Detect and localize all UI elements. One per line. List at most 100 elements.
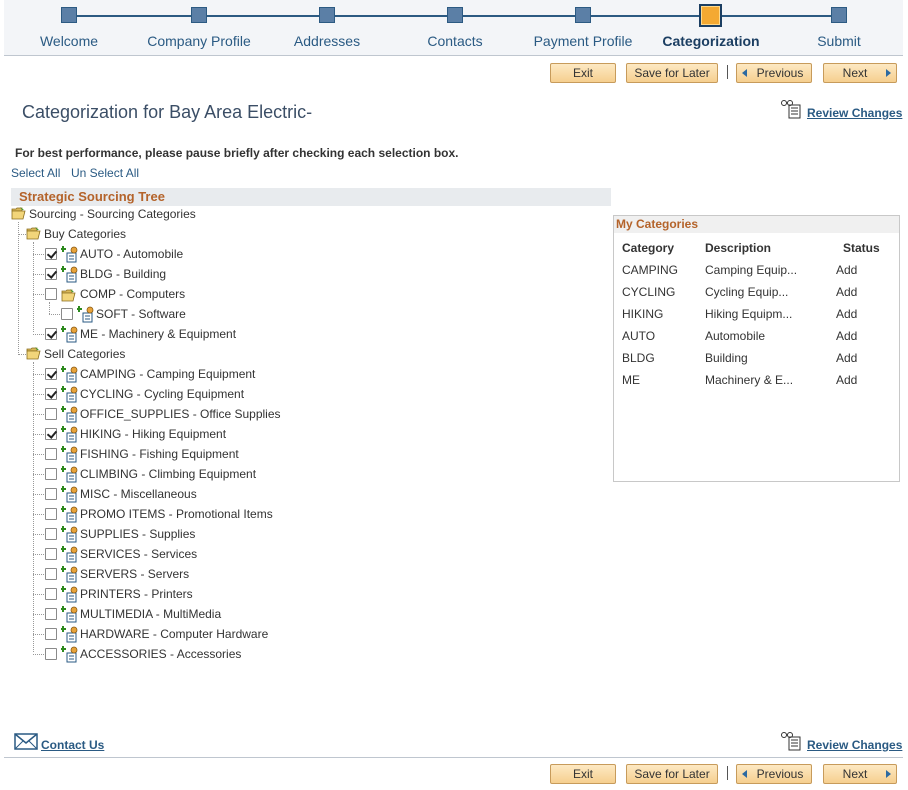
category-checkbox[interactable] <box>61 308 73 320</box>
category-label[interactable]: CLIMBING - Climbing Equipment <box>80 467 256 481</box>
category-node-icon <box>61 546 78 563</box>
page-title: Categorization for Bay Area Electric- <box>22 102 313 122</box>
unselect-all-link[interactable]: Un Select All <box>71 166 139 180</box>
category-checkbox[interactable] <box>45 528 57 540</box>
category-label[interactable]: SUPPLIES - Supplies <box>80 527 195 541</box>
category-label[interactable]: AUTO - Automobile <box>80 247 183 261</box>
category-label[interactable]: OFFICE_SUPPLIES - Office Supplies <box>80 407 281 421</box>
step-marker-icon <box>575 7 591 23</box>
category-checkbox[interactable] <box>45 568 57 580</box>
tree-guide-line <box>33 514 44 515</box>
save-for-later-button[interactable]: Save for Later <box>626 63 718 83</box>
arrow-left-icon <box>742 69 747 77</box>
review-changes-link-bottom[interactable]: Review Changes <box>807 738 902 752</box>
envelope-icon[interactable] <box>14 729 40 751</box>
step-marker-icon <box>61 7 77 23</box>
review-changes-icon[interactable] <box>780 99 802 119</box>
select-all-link[interactable]: Select All <box>11 166 60 180</box>
train-step-welcome[interactable]: Welcome <box>9 0 129 56</box>
tree-guide-line <box>33 414 44 415</box>
previous-button-bottom[interactable]: Previous <box>736 764 812 784</box>
step-marker-icon <box>699 4 722 27</box>
category-node-icon <box>61 406 78 423</box>
description-cell: Automobile <box>705 329 766 343</box>
category-label[interactable]: MULTIMEDIA - MultiMedia <box>80 607 221 621</box>
category-checkbox[interactable] <box>45 488 57 500</box>
review-changes-icon-bottom[interactable] <box>780 731 802 751</box>
category-checkbox[interactable] <box>45 548 57 560</box>
category-checkbox[interactable] <box>45 468 57 480</box>
category-checkbox[interactable] <box>45 368 57 380</box>
category-node-icon <box>61 446 78 463</box>
status-cell: Add <box>836 329 858 343</box>
train-step-categorization[interactable]: Categorization <box>651 0 771 56</box>
category-label[interactable]: CAMPING - Camping Equipment <box>80 367 255 381</box>
category-checkbox[interactable] <box>45 288 57 300</box>
description-cell: Building <box>705 351 748 365</box>
category-node-icon <box>61 326 78 343</box>
tree-guide-line <box>33 554 44 555</box>
open-folder-icon <box>26 227 41 240</box>
tree-header-title: Strategic Sourcing Tree <box>19 189 165 204</box>
category-label[interactable]: PROMO ITEMS - Promotional Items <box>80 507 273 521</box>
tree-guide-line <box>33 274 44 275</box>
previous-button[interactable]: Previous <box>736 63 812 83</box>
next-button-bottom[interactable]: Next <box>823 764 897 784</box>
category-node-icon <box>61 566 78 583</box>
train-step-contacts[interactable]: Contacts <box>395 0 515 56</box>
category-label[interactable]: ACCESSORIES - Accessories <box>80 647 241 661</box>
category-checkbox[interactable] <box>45 408 57 420</box>
category-checkbox[interactable] <box>45 588 57 600</box>
exit-button-bottom[interactable]: Exit <box>550 764 616 784</box>
buy-categories-label[interactable]: Buy Categories <box>44 227 126 241</box>
category-label[interactable]: ME - Machinery & Equipment <box>80 327 236 341</box>
category-checkbox[interactable] <box>45 268 57 280</box>
step-label: Contacts <box>427 33 483 49</box>
category-checkbox[interactable] <box>45 328 57 340</box>
category-node-icon <box>61 486 78 503</box>
status-cell: Add <box>836 307 858 321</box>
open-folder-icon <box>26 347 41 360</box>
step-label: Welcome <box>39 33 99 49</box>
category-label[interactable]: PRINTERS - Printers <box>80 587 193 601</box>
train-step-addresses[interactable]: Addresses <box>267 0 387 56</box>
category-checkbox[interactable] <box>45 448 57 460</box>
category-label[interactable]: HIKING - Hiking Equipment <box>80 427 226 441</box>
column-header-category: Category <box>622 241 675 255</box>
category-node-icon <box>61 366 78 383</box>
exit-button[interactable]: Exit <box>550 63 616 83</box>
category-label[interactable]: SERVERS - Servers <box>80 567 189 581</box>
category-checkbox[interactable] <box>45 608 57 620</box>
category-label[interactable]: BLDG - Building <box>80 267 166 281</box>
step-label: Addresses <box>293 33 361 49</box>
tree-root-label[interactable]: Sourcing - Sourcing Categories <box>29 207 196 221</box>
category-label[interactable]: COMP - Computers <box>80 287 185 301</box>
category-checkbox[interactable] <box>45 428 57 440</box>
step-label: Payment Profile <box>533 33 633 49</box>
review-changes-link-top[interactable]: Review Changes <box>807 106 902 120</box>
category-label[interactable]: CYCLING - Cycling Equipment <box>80 387 244 401</box>
category-checkbox[interactable] <box>45 248 57 260</box>
category-label[interactable]: SERVICES - Services <box>80 547 197 561</box>
category-node-icon <box>61 466 78 483</box>
category-cell: CYCLING <box>622 285 676 299</box>
category-checkbox[interactable] <box>45 648 57 660</box>
step-marker-icon <box>447 7 463 23</box>
contact-us-link[interactable]: Contact Us <box>41 738 104 752</box>
category-label[interactable]: SOFT - Software <box>96 307 186 321</box>
category-checkbox[interactable] <box>45 628 57 640</box>
next-button[interactable]: Next <box>823 63 897 83</box>
tree-guide-line <box>49 314 60 315</box>
category-label[interactable]: HARDWARE - Computer Hardware <box>80 627 268 641</box>
category-checkbox[interactable] <box>45 508 57 520</box>
category-label[interactable]: MISC - Miscellaneous <box>80 487 197 501</box>
train-step-submit[interactable]: Submit <box>779 0 899 56</box>
sell-categories-label[interactable]: Sell Categories <box>44 347 125 361</box>
category-checkbox[interactable] <box>45 388 57 400</box>
save-for-later-button-bottom[interactable]: Save for Later <box>626 764 718 784</box>
step-label: Company Profile <box>147 33 251 49</box>
category-label[interactable]: FISHING - Fishing Equipment <box>80 447 239 461</box>
train-step-company-profile[interactable]: Company Profile <box>139 0 259 56</box>
category-node-icon <box>61 626 78 643</box>
train-step-payment-profile[interactable]: Payment Profile <box>523 0 643 56</box>
